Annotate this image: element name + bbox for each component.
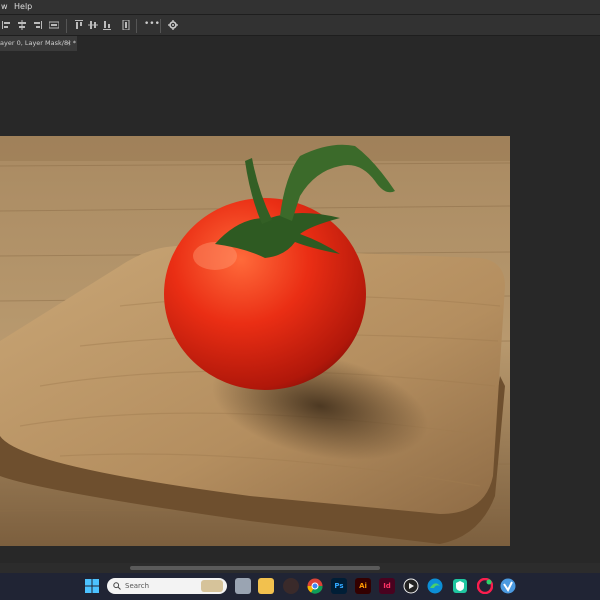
search-highlight-icon <box>201 580 223 592</box>
photoshop-icon[interactable]: Ps <box>331 578 347 594</box>
illustrator-icon[interactable]: Ai <box>355 578 371 594</box>
options-bar: ••• <box>0 14 600 36</box>
distribute-vertical-icon[interactable] <box>121 20 131 30</box>
opera-gx-icon[interactable] <box>477 578 493 594</box>
menu-item-window[interactable]: w <box>1 0 8 14</box>
document-tab-bar: ayer 0, Layer Mask/8) * × <box>0 36 600 51</box>
defender-icon[interactable] <box>452 578 468 594</box>
app-icon[interactable] <box>283 578 299 594</box>
taskbar: Search Ps Ai Id <box>0 573 600 600</box>
distribute-icon[interactable] <box>49 20 59 30</box>
taskbar-search[interactable]: Search <box>107 578 227 594</box>
tomato-photo <box>0 136 510 546</box>
task-view-icon[interactable] <box>235 578 251 594</box>
indesign-icon[interactable]: Id <box>379 578 395 594</box>
gear-icon[interactable] <box>168 20 178 30</box>
align-right-icon[interactable] <box>32 20 42 30</box>
horizontal-scrollbar[interactable] <box>0 563 600 573</box>
vivaldi-icon[interactable] <box>500 578 516 594</box>
menu-item-help[interactable]: Help <box>14 0 32 14</box>
close-icon[interactable]: × <box>66 36 71 51</box>
separator <box>66 19 67 33</box>
menu-bar: w Help <box>0 0 600 14</box>
document-tab-title: ayer 0, Layer Mask/8) * <box>0 39 76 47</box>
align-middle-icon[interactable] <box>88 20 98 30</box>
document-tab[interactable]: ayer 0, Layer Mask/8) * × <box>0 36 77 51</box>
media-player-icon[interactable] <box>403 578 419 594</box>
canvas-image[interactable] <box>0 136 510 546</box>
folder-icon[interactable] <box>258 578 274 594</box>
align-center-icon[interactable] <box>17 20 27 30</box>
scrollbar-thumb[interactable] <box>130 566 380 570</box>
align-bottom-icon[interactable] <box>102 20 112 30</box>
chrome-icon[interactable] <box>307 578 323 594</box>
search-placeholder: Search <box>125 582 150 590</box>
align-left-icon[interactable] <box>2 20 12 30</box>
workspace <box>0 51 600 563</box>
separator <box>160 19 161 33</box>
windows-start-icon[interactable] <box>84 578 100 594</box>
search-icon <box>113 582 121 590</box>
align-top-icon[interactable] <box>74 20 84 30</box>
edge-icon[interactable] <box>427 578 443 594</box>
more-options-button[interactable]: ••• <box>144 18 160 30</box>
separator <box>136 19 137 33</box>
